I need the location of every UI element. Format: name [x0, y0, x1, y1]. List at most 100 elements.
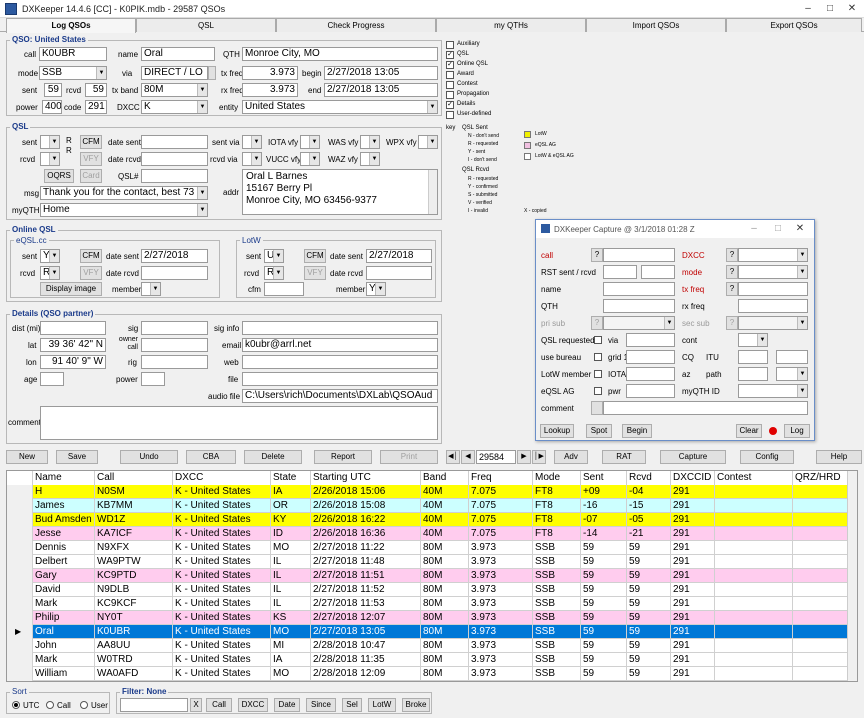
header-starting-utc[interactable]: Starting UTC: [311, 471, 421, 485]
row-selector[interactable]: [7, 555, 33, 569]
sort-user-radio[interactable]: [80, 701, 88, 709]
rxfreq-field[interactable]: 3.973: [242, 83, 298, 97]
report-button[interactable]: Report: [314, 450, 372, 464]
filter-date-button[interactable]: Date: [274, 698, 300, 712]
tab-qsl[interactable]: QSL: [136, 18, 276, 32]
contest-checkbox[interactable]: [446, 81, 454, 89]
qsl-number-field[interactable]: [141, 169, 208, 183]
via-field[interactable]: DIRECT / LO: [141, 66, 208, 80]
lotw-sent-select[interactable]: U ▼: [264, 249, 284, 263]
row-selector[interactable]: [7, 527, 33, 541]
row-selector[interactable]: ▶: [7, 625, 33, 639]
capture-close-icon[interactable]: ✕: [792, 222, 808, 236]
capture-maximize-icon[interactable]: □: [770, 222, 786, 236]
cap-mode-select[interactable]: ▼: [738, 265, 808, 279]
lotw-cfm-field[interactable]: [264, 282, 304, 296]
filter-since-button[interactable]: Since: [306, 698, 336, 712]
table-row[interactable]: Mark W0TRD K - United States IA 2/28/2018 11…: [7, 653, 857, 667]
header-call[interactable]: Call: [95, 471, 173, 485]
cap-secsub-select[interactable]: ▼: [738, 316, 808, 330]
sig-field[interactable]: [141, 321, 208, 335]
row-selector[interactable]: [7, 653, 33, 667]
msg-select[interactable]: Thank you for the contact, best 73 ▼: [40, 186, 208, 200]
filter-dxcc-button[interactable]: DXCC: [238, 698, 268, 712]
tab-export-qsos[interactable]: Export QSOs: [726, 18, 862, 32]
header-dxcc[interactable]: DXCC: [173, 471, 271, 485]
table-row[interactable]: Delbert WA9PTW K - United States IL 2/27/201…: [7, 555, 857, 569]
rcvd-field[interactable]: 59: [85, 83, 107, 97]
capture-minimize-icon[interactable]: –: [746, 222, 762, 236]
file-field[interactable]: [242, 372, 438, 386]
lotw-date-sent-field[interactable]: 2/27/2018: [366, 249, 432, 263]
cap-qslreq-checkbox[interactable]: [594, 336, 602, 344]
header-name[interactable]: Name: [33, 471, 95, 485]
row-selector[interactable]: [7, 639, 33, 653]
eqsl-cfm-button[interactable]: CFM: [80, 249, 102, 263]
begin-field[interactable]: 2/27/2018 13:05: [324, 66, 438, 80]
table-row[interactable]: H N0SM K - United States IA 2/26/2018 15:06 4…: [7, 485, 857, 499]
iota-vfy-select[interactable]: ▼: [300, 135, 320, 149]
cap-myqthid-select[interactable]: ▼: [738, 384, 808, 398]
cap-prisub-select[interactable]: ▼: [603, 316, 675, 330]
table-row[interactable]: Dennis N9XFX K - United States MO 2/27/2018 …: [7, 541, 857, 555]
filter-clear-button[interactable]: X: [190, 698, 202, 712]
sig-info-field[interactable]: [242, 321, 438, 335]
power-field[interactable]: 400: [42, 100, 62, 114]
cap-comment-button[interactable]: [591, 401, 603, 415]
filter-sel-button[interactable]: Sel: [342, 698, 362, 712]
eqsl-date-rcvd-field[interactable]: [141, 266, 208, 280]
addr-scrollbar[interactable]: [428, 170, 437, 214]
award-checkbox[interactable]: [446, 71, 454, 79]
row-selector[interactable]: [7, 541, 33, 555]
new-button[interactable]: New: [6, 450, 48, 464]
next-record-icon[interactable]: ▶: [517, 450, 531, 464]
table-row[interactable]: Jesse KA7ICF K - United States ID 2/26/2018 …: [7, 527, 857, 541]
table-row[interactable]: Philip NY0T K - United States KS 2/27/2018 1…: [7, 611, 857, 625]
txfreq-field[interactable]: 3.973: [242, 66, 298, 80]
cap-begin-button[interactable]: Begin: [622, 424, 652, 438]
delete-button[interactable]: Delete: [244, 450, 302, 464]
print-button[interactable]: Print: [380, 450, 438, 464]
filter-field[interactable]: [120, 698, 188, 712]
header-band[interactable]: Band: [421, 471, 469, 485]
web-field[interactable]: [242, 355, 438, 369]
eqsl-date-sent-field[interactable]: 2/27/2018: [141, 249, 208, 263]
eqsl-sent-select[interactable]: Y ▼: [40, 249, 60, 263]
qsl-rcvd-via-select[interactable]: ▼: [242, 152, 262, 166]
sort-utc-radio[interactable]: [12, 701, 20, 709]
grid-scrollbar[interactable]: [847, 471, 857, 681]
tab-log-qsos[interactable]: Log QSOs: [6, 18, 136, 33]
cap-dxcc-select[interactable]: ▼: [738, 248, 808, 262]
filter-call-button[interactable]: Call: [206, 698, 232, 712]
record-icon[interactable]: [769, 427, 777, 435]
record-number-field[interactable]: 29584: [476, 450, 516, 464]
row-selector[interactable]: [7, 499, 33, 513]
card-button[interactable]: Card: [80, 169, 102, 183]
qth-field[interactable]: Monroe City, MO: [242, 47, 438, 61]
propagation-checkbox[interactable]: [446, 91, 454, 99]
header-dxccid[interactable]: DXCCID: [671, 471, 715, 485]
prev-record-icon[interactable]: ◀: [461, 450, 475, 464]
table-row[interactable]: John AA8UU K - United States MI 2/28/2018 10…: [7, 639, 857, 653]
oqrs-button[interactable]: OQRS: [44, 169, 74, 183]
cap-cq-field[interactable]: [738, 350, 768, 364]
qsl-vfy-button[interactable]: VFY: [80, 152, 102, 166]
filter-lotw-button[interactable]: LotW: [368, 698, 396, 712]
row-selector[interactable]: [7, 597, 33, 611]
auxiliary-checkbox[interactable]: [446, 41, 454, 49]
last-record-icon[interactable]: │▶: [532, 450, 546, 464]
tab-check-progress[interactable]: Check Progress: [276, 18, 436, 32]
qsl-rcvd-select[interactable]: ▼: [40, 152, 60, 166]
cap-log-button[interactable]: Log: [784, 424, 810, 438]
header-contest[interactable]: Contest: [715, 471, 793, 485]
lotw-date-rcvd-field[interactable]: [366, 266, 432, 280]
capture-button[interactable]: Capture: [660, 450, 726, 464]
header-sent[interactable]: Sent: [581, 471, 627, 485]
call-field[interactable]: K0UBR: [39, 47, 107, 61]
table-row[interactable]: Mark KC9KCF K - United States IL 2/27/2018 1…: [7, 597, 857, 611]
rig-field[interactable]: [141, 355, 208, 369]
close-icon[interactable]: ✕: [844, 2, 860, 16]
cap-rst-rcvd-field[interactable]: [641, 265, 675, 279]
lotw-rcvd-select[interactable]: R ▼: [264, 266, 284, 280]
was-vfy-select[interactable]: ▼: [360, 135, 380, 149]
